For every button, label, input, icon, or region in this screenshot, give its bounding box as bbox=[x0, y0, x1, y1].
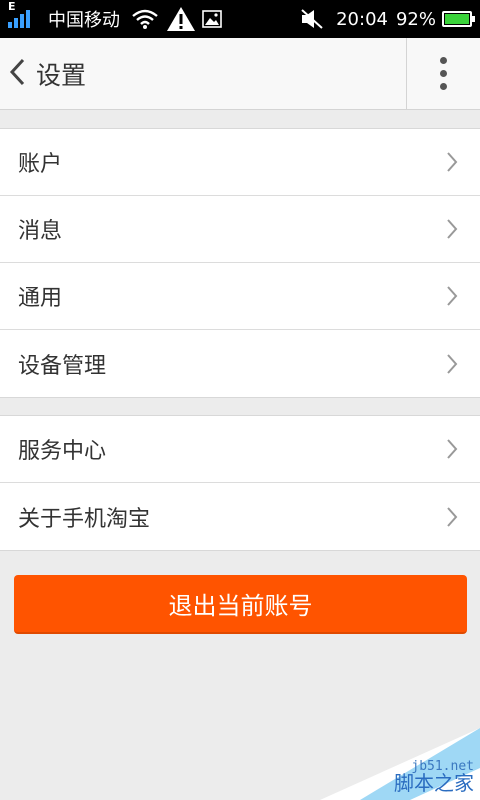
settings-group-1: 账户 消息 通用 设备管理 bbox=[0, 128, 480, 398]
settings-item-general[interactable]: 通用 bbox=[0, 263, 480, 330]
settings-item-label: 消息 bbox=[18, 219, 63, 244]
page-title: 设置 bbox=[36, 60, 87, 90]
chevron-right-icon bbox=[446, 506, 458, 528]
chevron-right-icon bbox=[446, 285, 458, 307]
chevron-left-icon bbox=[8, 57, 26, 91]
logout-button[interactable]: 退出当前账号 bbox=[14, 575, 467, 634]
settings-item-label: 通用 bbox=[18, 286, 63, 311]
status-bar: E 中国移动 20:04 92% bbox=[0, 0, 480, 38]
chevron-right-icon bbox=[446, 438, 458, 460]
settings-item-account[interactable]: 账户 bbox=[0, 129, 480, 196]
settings-group-2: 服务中心 关于手机淘宝 bbox=[0, 415, 480, 551]
signal-icon: E bbox=[6, 0, 44, 38]
settings-item-messages[interactable]: 消息 bbox=[0, 196, 480, 263]
battery-percent: 92% bbox=[395, 8, 436, 30]
settings-item-device-management[interactable]: 设备管理 bbox=[0, 330, 480, 397]
settings-item-label: 服务中心 bbox=[18, 439, 107, 464]
warning-icon bbox=[166, 6, 196, 32]
watermark-title: 脚本之家 bbox=[394, 771, 474, 795]
clock: 20:04 bbox=[336, 8, 388, 30]
image-icon bbox=[202, 10, 222, 28]
carrier-name: 中国移动 bbox=[48, 10, 120, 31]
chevron-right-icon bbox=[446, 151, 458, 173]
settings-item-label: 关于手机淘宝 bbox=[18, 506, 151, 532]
wifi-icon bbox=[132, 9, 158, 29]
battery-icon bbox=[442, 11, 475, 27]
more-vert-icon bbox=[440, 57, 447, 90]
logout-button-label: 退出当前账号 bbox=[168, 592, 313, 620]
chevron-right-icon bbox=[446, 353, 458, 375]
back-button[interactable] bbox=[0, 38, 36, 109]
mute-icon bbox=[300, 8, 324, 30]
chevron-right-icon bbox=[446, 218, 458, 240]
settings-item-label: 账户 bbox=[18, 152, 63, 177]
more-menu-button[interactable] bbox=[406, 38, 480, 109]
title-bar: 设置 bbox=[0, 38, 480, 110]
settings-item-about[interactable]: 关于手机淘宝 bbox=[0, 483, 480, 550]
settings-item-service-center[interactable]: 服务中心 bbox=[0, 416, 480, 483]
settings-item-label: 设备管理 bbox=[18, 353, 107, 379]
